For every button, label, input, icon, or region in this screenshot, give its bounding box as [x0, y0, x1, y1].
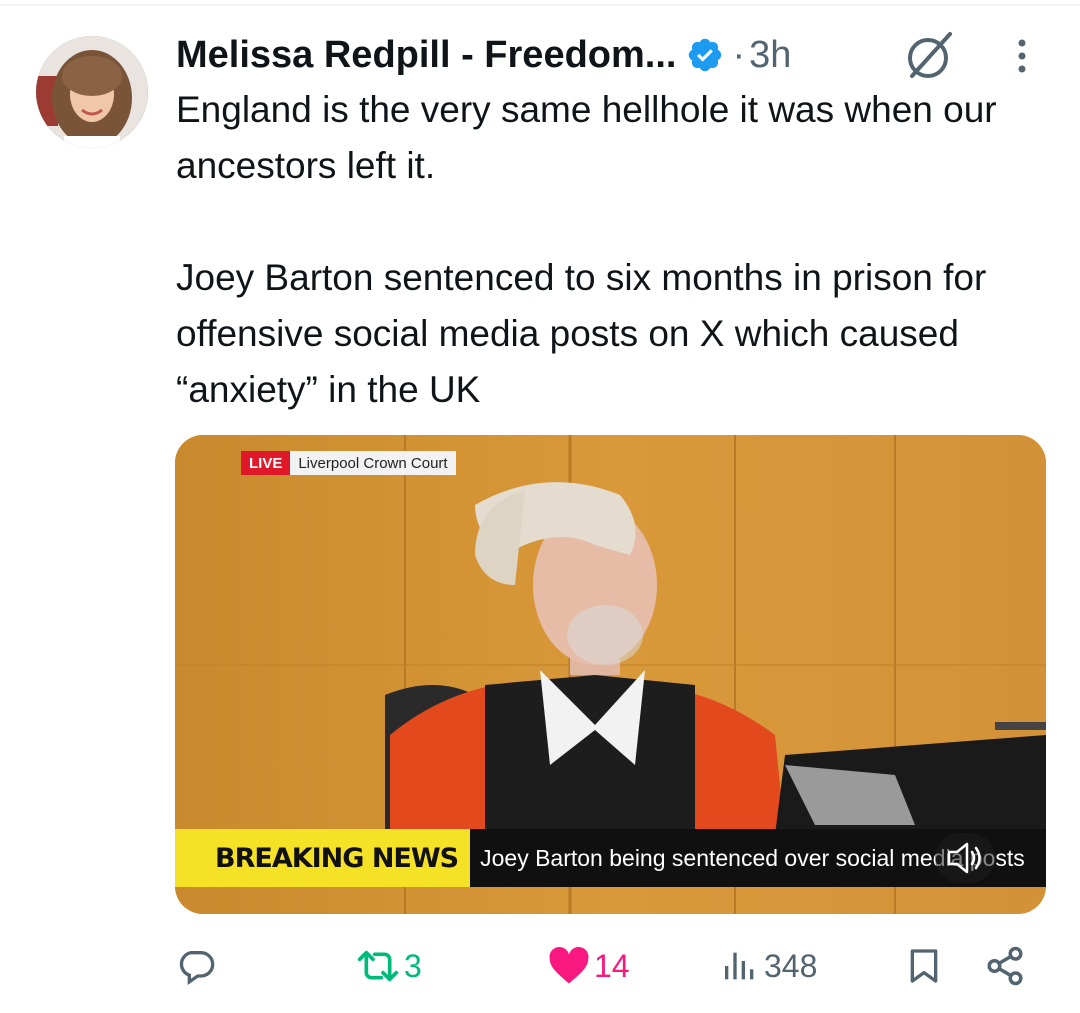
views-button[interactable]: 348 — [720, 940, 817, 992]
retweet-count: 3 — [404, 947, 422, 984]
avatar[interactable] — [36, 36, 148, 148]
share-button[interactable] — [984, 940, 1026, 992]
retweet-button[interactable]: 3 — [356, 940, 422, 992]
retweet-icon — [357, 950, 399, 982]
mute-button[interactable] — [935, 833, 995, 883]
live-label: LIVE — [241, 451, 291, 475]
like-button[interactable]: 14 — [548, 940, 630, 992]
tweet[interactable]: Melissa Redpill - Freedom... · 3h Englan… — [0, 0, 1080, 1013]
video-player[interactable]: LIVE Liverpool Crown Court BREAKING NEWS… — [175, 435, 1046, 914]
tweet-text: England is the very same hellhole it was… — [176, 82, 1036, 418]
live-tag: LIVE Liverpool Crown Court — [241, 451, 456, 475]
location-label: Liverpool Crown Court — [290, 451, 456, 475]
bookmark-icon — [910, 949, 938, 983]
post-time[interactable]: 3h — [749, 34, 791, 77]
volume-icon — [947, 842, 981, 874]
reply-button[interactable] — [176, 940, 220, 992]
reply-icon — [179, 951, 215, 986]
tweet-paragraph: Joey Barton sentenced to six months in p… — [176, 257, 987, 410]
verified-icon — [689, 38, 722, 72]
news-ticker: BREAKING NEWS Joey Barton being sentence… — [175, 829, 1046, 887]
action-bar: 3 14 348 — [0, 940, 1080, 992]
heart-icon — [549, 946, 589, 984]
views-icon — [725, 952, 754, 980]
like-count: 14 — [594, 947, 630, 984]
more-icon[interactable] — [1006, 36, 1038, 76]
tweet-header: Melissa Redpill - Freedom... · 3h — [176, 30, 791, 80]
breaking-news-label: BREAKING NEWS — [175, 829, 471, 887]
separator-dot: · — [732, 33, 746, 76]
grok-icon[interactable] — [900, 28, 956, 84]
tweet-paragraph: England is the very same hellhole it was… — [176, 89, 997, 186]
views-count: 348 — [764, 947, 818, 984]
author-name[interactable]: Melissa Redpill - Freedom... — [176, 34, 676, 77]
bookmark-button[interactable] — [904, 940, 944, 992]
share-icon — [987, 946, 1023, 986]
